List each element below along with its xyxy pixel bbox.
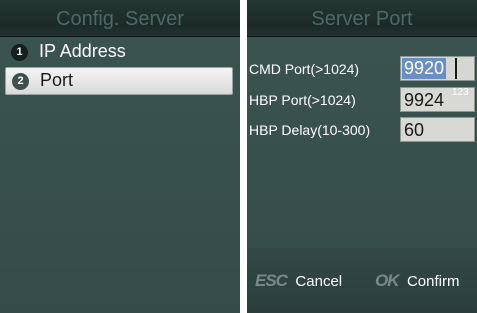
text-cursor [455,58,457,79]
hbp-port-input[interactable]: 9924 123 [400,87,475,112]
cmd-port-label: CMD Port(>1024) [249,61,360,77]
esc-key-icon: ESC [255,271,288,290]
menu-item-port[interactable]: 2 Port [5,67,233,95]
cmd-port-input[interactable]: 9920 [400,56,475,81]
config-server-screen: Config. Server 1 IP Address 2 Port [0,0,240,313]
number-1-badge-icon: 1 [11,44,28,61]
menu-item-label: IP Address [39,41,126,61]
hbp-port-label: HBP Port(>1024) [249,92,356,108]
server-port-screen: Server Port CMD Port(>1024) 9920 HBP Por… [247,0,477,313]
cancel-button[interactable]: ESC Cancel [255,271,342,293]
number-2-badge-icon: 2 [12,73,29,90]
hbp-delay-value: 60 [404,120,425,140]
softkey-bar: ESC Cancel OK Confirm [247,248,477,313]
config-server-title: Config. Server [0,0,240,37]
server-port-title: Server Port [247,0,477,37]
menu-item-ip-address[interactable]: 1 IP Address [5,38,233,66]
hbp-delay-label: HBP Delay(10-300) [249,122,371,138]
hbp-delay-input[interactable]: 60 [400,117,475,142]
numeric-input-mode-icon: 123 [452,87,469,98]
cancel-label: Cancel [295,272,343,290]
confirm-label: Confirm [406,272,460,290]
screen-divider [240,0,247,313]
ok-key-icon: OK [375,271,399,290]
confirm-button[interactable]: OK Confirm [375,271,459,293]
cmd-port-value: 9920 [402,58,447,79]
hbp-port-value: 9924 [404,90,445,110]
menu-item-label: Port [40,70,74,90]
